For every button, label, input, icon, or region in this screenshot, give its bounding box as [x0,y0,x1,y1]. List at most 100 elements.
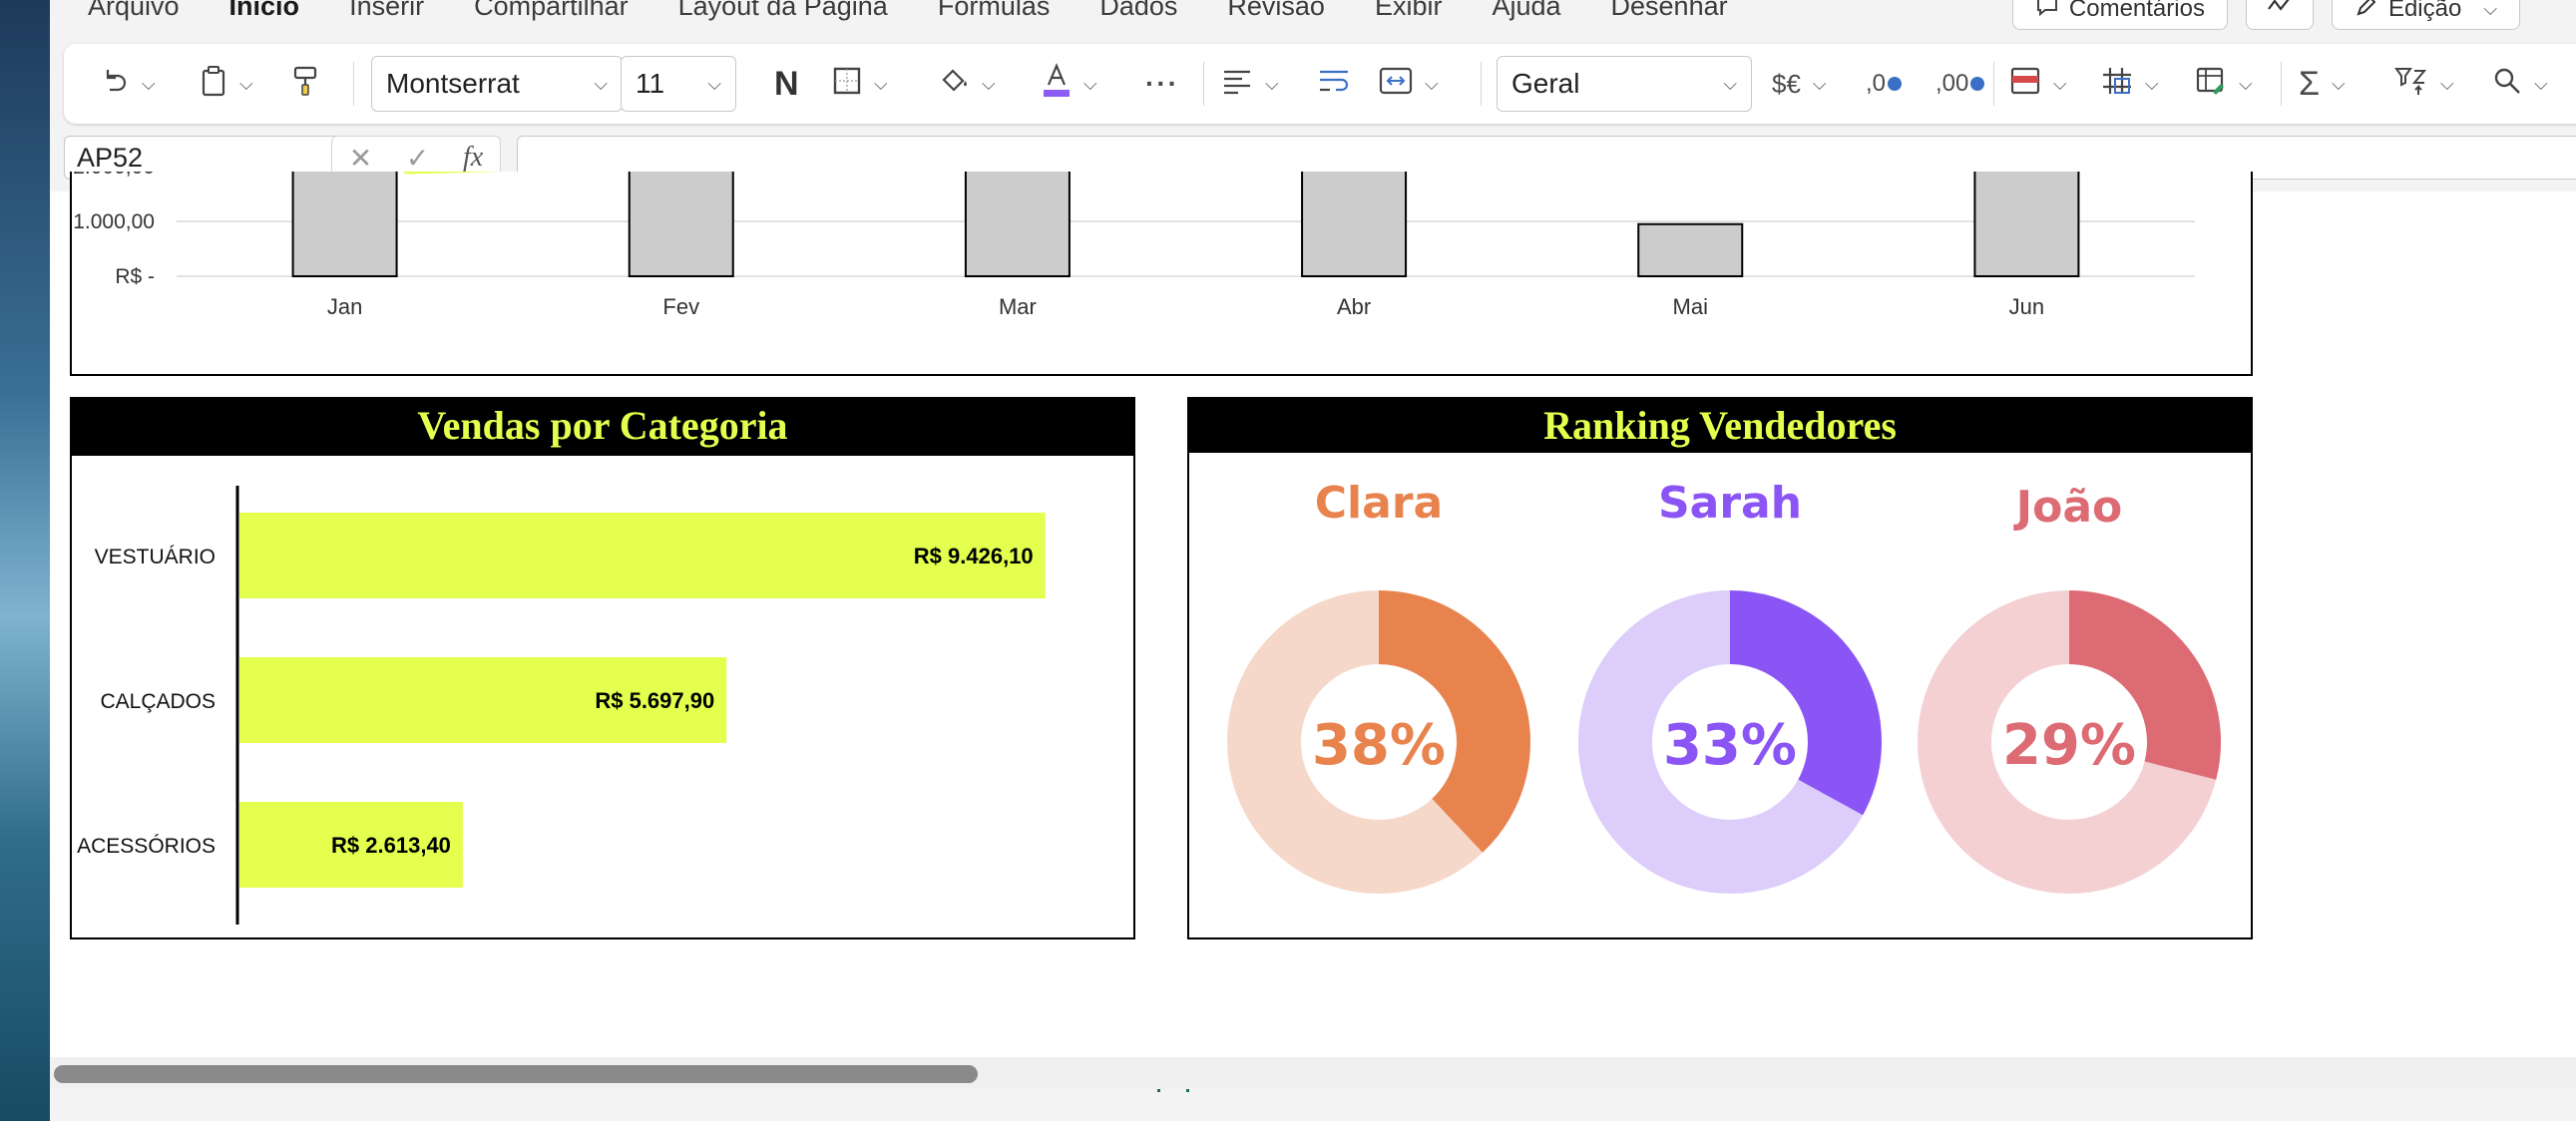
wrap-text-button[interactable] [1317,62,1351,106]
search-icon [2492,66,2522,103]
format-painter-button[interactable] [291,62,319,106]
chevron-down-icon: ⌵ [1723,73,1737,94]
editing-mode-label: Edição [2387,0,2462,22]
chevron-down-icon[interactable]: ⌵ [2239,74,2253,95]
sort-filter-button[interactable]: ⌵ [2394,62,2454,106]
month-bar[interactable] [1301,166,1408,277]
donut-percent-label: 29% [2002,713,2136,778]
borders-button[interactable]: ⌵ [832,62,888,106]
bold-button[interactable]: N [774,62,799,106]
month-bar[interactable] [628,166,734,277]
align-button[interactable]: ⌵ [1221,62,1279,106]
borders-icon [832,66,862,103]
y-tick-label: R$ 1.000,00 [72,210,155,233]
find-button[interactable]: ⌵ [2492,62,2548,106]
merge-cells-button[interactable]: ⌵ [1379,62,1439,106]
chevron-down-icon[interactable]: ⌵ [1425,74,1439,95]
x-tick-label: Mar [999,294,1037,319]
category-label: VESTUÁRIO [95,546,215,568]
font-size-select[interactable]: 11 ⌵ [621,56,736,112]
scrollbar-thumb[interactable] [54,1065,978,1083]
chevron-down-icon[interactable]: ⌵ [2440,74,2454,95]
category-sales-title: Vendas por Categoria [72,399,1133,453]
font-size-value: 11 [636,68,665,99]
font-name-select[interactable]: Montserrat ⌵ [371,56,623,112]
month-bar[interactable] [964,166,1071,277]
currency-format-button[interactable]: $€ ⌵ [1772,62,1827,106]
worksheet-grid[interactable]: R$ 2.000,00 R$ 1.000,00 R$ - Jan Fev Mar Abr Ma… [41,156,2576,1092]
fill-color-button[interactable]: ⌵ [938,62,996,106]
seller-ranking-title: Ranking Vendedores [1189,399,2251,453]
tab-0[interactable]: Arquivo [88,0,180,22]
tab-7[interactable]: Revisão [1227,0,1325,22]
cell-reference: AP52 [77,142,144,173]
merge-cells-icon [1379,66,1413,103]
tab-9[interactable]: Ajuda [1492,0,1560,22]
font-color-button[interactable]: ⌵ [1042,62,1097,106]
seller-ranking-panel[interactable]: Ranking Vendedores Clara 38% Sarah 33% João 2… [1187,397,2253,939]
chevron-down-icon[interactable]: ⌵ [1083,74,1097,95]
chevron-down-icon[interactable]: ⌵ [2145,74,2159,95]
paste-button[interactable]: ⌵ [200,62,253,106]
cell-styles-button[interactable]: ⌵ [2195,62,2253,106]
month-bar[interactable] [1637,222,1744,277]
comments-button[interactable]: Comentários [2011,0,2228,30]
number-format-value: Geral [1511,68,1580,99]
decrease-decimal-button[interactable]: ,00 [1935,62,1985,106]
conditional-format-button[interactable]: ⌵ [2009,62,2067,106]
y-tick-label: R$ - [115,265,155,288]
chevron-down-icon[interactable]: ⌵ [2053,74,2067,95]
category-label: CALÇADOS [100,690,215,713]
home-toolbar: ⌵ ⌵ Montserrat ⌵ 11 ⌵ N ⌵ ⌵ ⌵ ··· ⌵ ⌵ Ge… [64,44,2576,124]
tab-1[interactable]: Início [229,0,300,22]
horizontal-scrollbar[interactable] [50,1057,2576,1089]
more-font-options-button[interactable]: ··· [1145,62,1179,106]
chevron-down-icon[interactable]: ⌵ [2534,74,2548,95]
format-painter-icon [291,65,319,104]
cell-styles-icon [2195,66,2227,103]
autosum-button[interactable]: Σ ⌵ [2299,62,2346,106]
tab-8[interactable]: Exibir [1375,0,1443,22]
chevron-down-icon[interactable]: ⌵ [239,74,253,95]
catch-up-button[interactable] [2245,0,2314,30]
confirm-icon[interactable]: ✓ [406,142,429,175]
tab-6[interactable]: Dados [1099,0,1177,22]
x-tick-label: Fev [662,294,699,319]
font-color-icon [1042,62,1072,106]
increase-decimal-button[interactable]: ,0 [1866,62,1903,106]
chevron-down-icon[interactable]: ⌵ [1813,74,1827,95]
sort-filter-icon [2394,65,2428,104]
tab-10[interactable]: Desenhar [1611,0,1728,22]
increase-decimal-glyph: ,0 [1866,70,1887,97]
tab-5[interactable]: Fórmulas [938,0,1051,22]
category-value-label: R$ 9.426,10 [914,544,1034,568]
activity-icon [2267,0,2293,24]
chevron-down-icon[interactable]: ⌵ [2332,74,2346,95]
chevron-down-icon[interactable]: ⌵ [874,74,888,95]
undo-icon [100,66,130,103]
chevron-down-icon[interactable]: ⌵ [1265,74,1279,95]
seller-ranking-plot: Clara 38% Sarah 33% João 29% [1227,478,2221,894]
x-tick-label: Abr [1337,294,1371,319]
chevron-down-icon[interactable]: ⌵ [142,74,156,95]
clipboard-icon [200,65,227,104]
fx-label: fx [462,142,484,173]
currency-glyph: $€ [1772,68,1801,99]
number-format-select[interactable]: Geral ⌵ [1497,56,1752,112]
chevron-down-icon: ⌵ [707,73,721,94]
undo-button[interactable]: ⌵ [100,62,156,106]
tab-4[interactable]: Layout da Página [678,0,888,22]
category-value-label: R$ 5.697,90 [595,688,714,713]
editing-mode-button[interactable]: Edição ⌵ [2331,0,2520,30]
chevron-down-icon[interactable]: ⌵ [982,74,996,95]
cancel-icon[interactable]: ✕ [349,142,372,175]
month-bar[interactable] [291,166,398,277]
monthly-sales-chart[interactable]: R$ 2.000,00 R$ 1.000,00 R$ - Jan Fev Mar Abr Ma… [41,156,2253,376]
format-as-table-button[interactable]: ⌵ [2101,62,2159,106]
insert-function-button[interactable]: fx [463,142,483,174]
x-tick-label: Mai [1673,294,1708,319]
month-bar[interactable] [1973,166,2080,277]
tab-2[interactable]: Inserir [349,0,424,22]
tab-3[interactable]: Compartilhar [474,0,629,22]
category-sales-panel[interactable]: Vendas por Categoria VESTUÁRIO R$ 9.426,1… [70,397,1135,939]
